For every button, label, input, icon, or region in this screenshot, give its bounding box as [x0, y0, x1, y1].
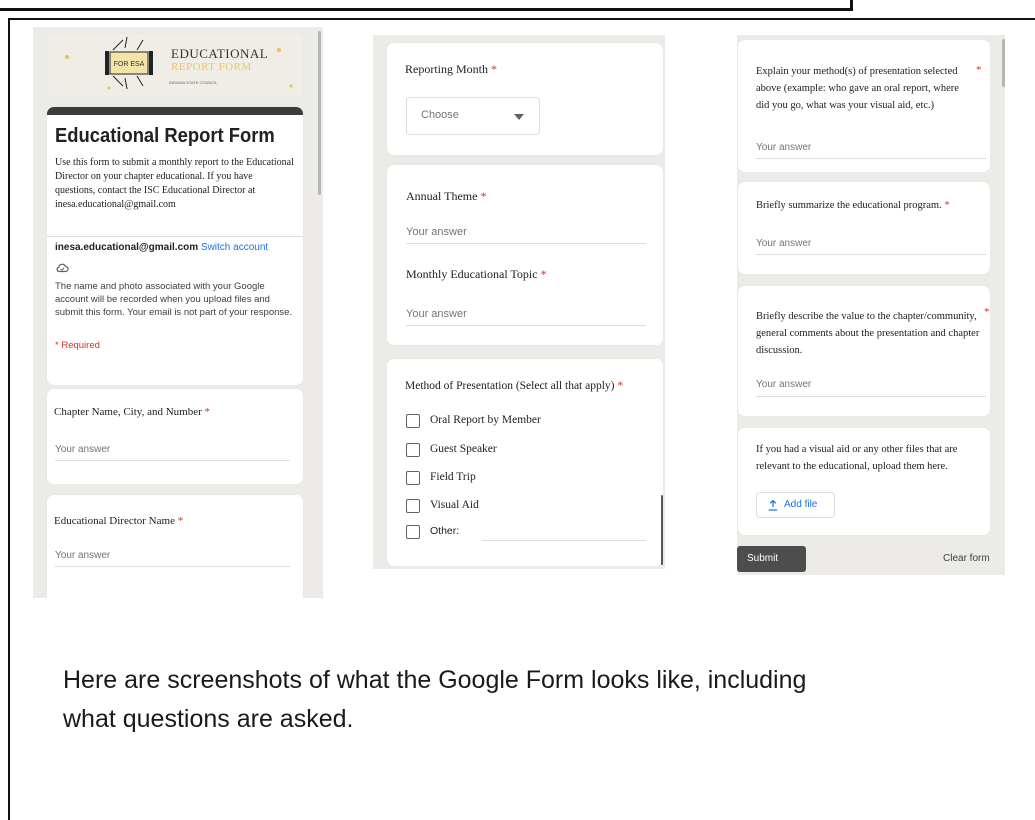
switch-account-link[interactable]: Switch account [201, 242, 268, 253]
clear-form-button[interactable]: Clear form [943, 553, 990, 564]
question-label-explain: Explain your method(s) of presentation s… [756, 63, 971, 114]
input-underline [55, 460, 290, 461]
screenshot-right: Explain your method(s) of presentation s… [737, 35, 1005, 575]
input-underline [756, 396, 986, 397]
required-star: * [944, 200, 950, 211]
privacy-notice: The name and photo associated with your … [55, 281, 293, 318]
upload-icon [768, 500, 778, 511]
checkbox-other[interactable] [406, 525, 420, 539]
account-email-text: inesa.educational@gmail.com [55, 242, 199, 253]
option-label: Field Trip [430, 471, 476, 483]
required-star: * [617, 380, 624, 392]
question-text: Briefly describe the value to the chapte… [756, 311, 980, 356]
required-star: * [204, 406, 211, 418]
question-text: Reporting Month [405, 62, 488, 76]
form-banner: FOR ESA EDUCATIONAL REPORT FORM INDIANA … [47, 34, 303, 96]
question-text: Method of Presentation (Select all that … [405, 380, 615, 392]
caption-text: Here are screenshots of what the Google … [63, 666, 807, 733]
input-underline [756, 254, 986, 255]
form-header-card: Educational Report Form Use this form to… [47, 107, 303, 385]
question-card-chapter: Chapter Name, City, and Number * Your an… [47, 389, 303, 484]
question-text: Monthly Educational Topic [406, 267, 538, 281]
checkbox-visual-aid[interactable] [406, 499, 420, 513]
other-input[interactable] [482, 540, 646, 541]
required-star: * [540, 267, 547, 281]
checkbox-field-trip[interactable] [406, 471, 420, 485]
question-card-month: Reporting Month * Choose [387, 43, 663, 155]
question-card-method: Method of Presentation (Select all that … [387, 359, 663, 566]
input-underline [756, 158, 986, 159]
chevron-down-icon [514, 114, 524, 120]
form-description: Use this form to submit a monthly report… [55, 157, 294, 210]
question-card-files: If you had a visual aid or any other fil… [738, 428, 990, 535]
banner-subtitle: INDIANA STATE COUNCIL [169, 80, 218, 85]
checkbox-oral-report[interactable] [406, 414, 420, 428]
question-label-method: Method of Presentation (Select all that … [405, 377, 623, 395]
question-label-summary: Briefly summarize the educational progra… [756, 197, 950, 215]
question-card-director: Educational Director Name * Your answer [47, 495, 303, 598]
question-label-files: If you had a visual aid or any other fil… [756, 441, 984, 475]
question-text: Chapter Name, City, and Number [54, 406, 202, 418]
question-label-value: Briefly describe the value to the chapte… [756, 308, 986, 359]
question-label-topic: Monthly Educational Topic * [406, 265, 547, 283]
question-card-theme-topic: Annual Theme * Your answer Monthly Educa… [387, 165, 663, 345]
scrollbar[interactable] [1002, 39, 1005, 87]
question-label-month: Reporting Month * [405, 60, 497, 78]
question-label-theme: Annual Theme * [406, 187, 486, 205]
option-label: Other: [430, 525, 460, 537]
question-text: If you had a visual aid or any other fil… [756, 444, 958, 472]
required-star: * [984, 306, 990, 318]
required-star: * [480, 189, 487, 203]
banner-badge: FOR ESA [113, 61, 145, 68]
option-label: Visual Aid [430, 499, 479, 511]
question-label-chapter: Chapter Name, City, and Number * [54, 403, 294, 421]
question-card-summary: Briefly summarize the educational progra… [738, 182, 990, 274]
banner-title-line1: EDUCATIONAL [171, 46, 269, 61]
answer-input-chapter[interactable]: Your answer [55, 444, 110, 455]
scrollbar[interactable] [661, 495, 663, 565]
answer-input-summary[interactable]: Your answer [756, 238, 811, 249]
form-title: Educational Report Form [55, 125, 275, 147]
scrollbar[interactable] [318, 31, 321, 195]
input-underline [55, 566, 290, 567]
banner-title-line2: REPORT FORM [171, 61, 252, 73]
option-label: Guest Speaker [430, 443, 497, 455]
account-email: inesa.educational@gmail.com Switch accou… [55, 242, 268, 253]
divider [47, 236, 303, 237]
input-underline [406, 243, 646, 244]
answer-input-director[interactable]: Your answer [55, 550, 110, 561]
question-card-value: Briefly describe the value to the chapte… [738, 286, 990, 416]
submit-button[interactable]: Submit [737, 546, 806, 572]
add-file-label: Add file [784, 499, 818, 510]
question-text: Briefly summarize the educational progra… [756, 200, 942, 211]
answer-input-value[interactable]: Your answer [756, 379, 811, 390]
required-star: * [177, 515, 184, 527]
option-label: Oral Report by Member [430, 414, 541, 426]
add-file-button[interactable]: Add file [756, 492, 835, 518]
question-text: Explain your method(s) of presentation s… [756, 66, 959, 111]
question-text: Annual Theme [406, 189, 478, 203]
question-card-explain: Explain your method(s) of presentation s… [738, 40, 990, 172]
required-star: * [976, 64, 982, 76]
question-label-director: Educational Director Name * [54, 512, 294, 530]
answer-input-topic[interactable]: Your answer [406, 308, 467, 320]
input-underline [406, 325, 646, 326]
checkbox-guest-speaker[interactable] [406, 443, 420, 457]
screenshot-left: FOR ESA EDUCATIONAL REPORT FORM INDIANA … [33, 27, 323, 598]
screenshot-middle: Reporting Month * Choose Annual Theme * … [373, 35, 665, 569]
month-dropdown[interactable]: Choose [406, 97, 540, 135]
top-border-line [0, 0, 853, 11]
dropdown-value: Choose [421, 109, 459, 121]
answer-input-theme[interactable]: Your answer [406, 226, 467, 238]
required-note: * Required [55, 340, 100, 351]
required-star: * [491, 62, 497, 76]
cloud-icon [56, 263, 69, 273]
question-text: Educational Director Name [54, 515, 175, 527]
answer-input-explain[interactable]: Your answer [756, 142, 811, 153]
